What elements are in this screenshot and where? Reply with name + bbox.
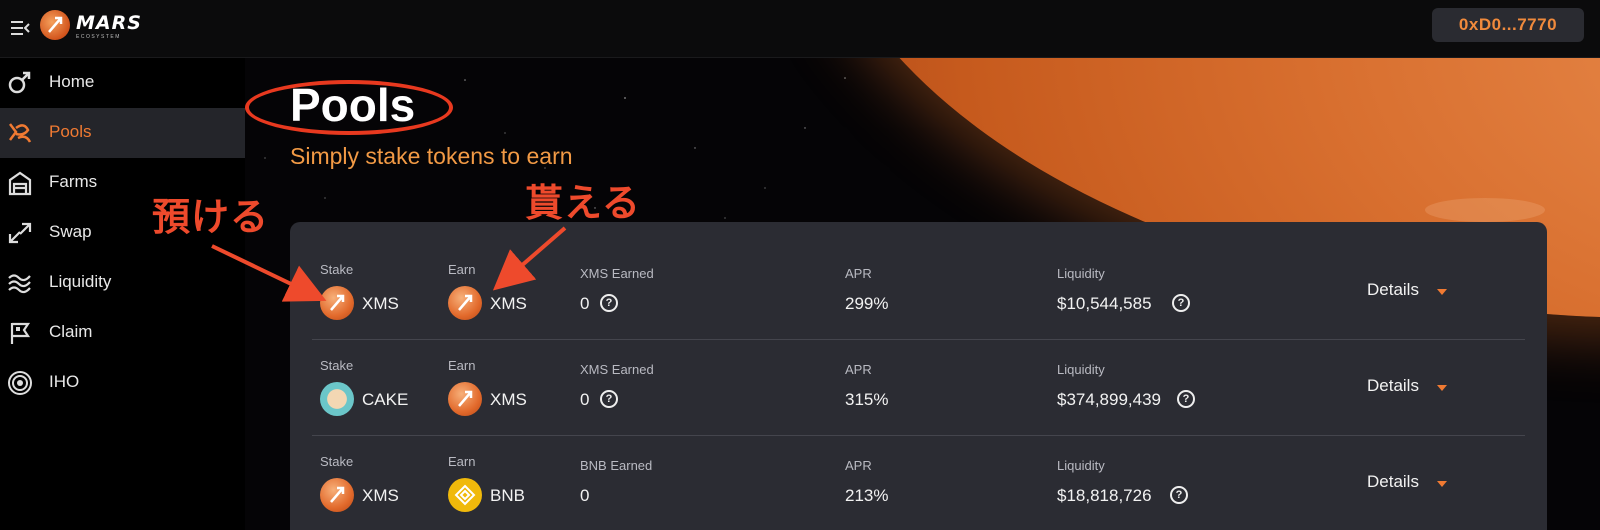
xms-token-icon — [448, 382, 482, 416]
pool-row[interactable]: Stake XMS Earn XMS XMS Earned 0 ? APR 29… — [312, 244, 1525, 340]
liquidity-label: Liquidity — [1057, 362, 1105, 377]
earned-label: XMS Earned — [580, 362, 654, 377]
help-icon[interactable]: ? — [600, 390, 618, 408]
liquidity-label: Liquidity — [1057, 458, 1105, 473]
earned-label: BNB Earned — [580, 458, 653, 473]
stake-token: CAKE — [362, 390, 409, 409]
sidebar-item-iho[interactable]: IHO — [0, 358, 245, 408]
apr-value: 213% — [845, 486, 889, 505]
liquidity-value: $374,899,439 — [1057, 390, 1161, 409]
page-title: Pools — [290, 79, 416, 131]
earn-label: Earn — [448, 454, 476, 469]
sidebar-item-home[interactable]: Home — [0, 58, 245, 108]
sidebar-item-claim[interactable]: Claim — [0, 308, 245, 358]
sidebar-item-liquidity[interactable]: Liquidity — [0, 258, 245, 308]
cake-token-icon — [320, 382, 354, 416]
stake-token: XMS — [362, 294, 399, 313]
pool-row[interactable]: Stake CAKE Earn XMS XMS Earned 0 ? APR 3… — [312, 340, 1525, 436]
sidebar-item-label: Farms — [49, 172, 98, 191]
apr-label: APR — [845, 362, 872, 377]
help-icon[interactable]: ? — [1172, 294, 1190, 312]
menu-icon[interactable] — [8, 16, 32, 40]
help-icon[interactable]: ? — [1170, 486, 1188, 504]
earned-value: 0 — [580, 390, 590, 409]
earn-label: Earn — [448, 358, 476, 373]
sidebar: Home Pools Farms Swap Liquidity Claim IH… — [0, 58, 245, 530]
help-icon[interactable]: ? — [1177, 390, 1195, 408]
annotation-deposit: 預ける — [152, 195, 270, 239]
earned-value: 0 — [580, 486, 590, 505]
apr-value: 315% — [845, 390, 889, 409]
page-subtitle: Simply stake tokens to earn — [290, 143, 573, 169]
sidebar-item-label: IHO — [49, 372, 80, 391]
logo-subtext: ECOSYSTEM — [76, 34, 121, 40]
liquidity-value: $10,544,585 — [1057, 294, 1152, 313]
chevron-down-icon[interactable] — [1437, 385, 1447, 391]
apr-label: APR — [845, 458, 872, 473]
broadcast-icon — [8, 371, 32, 395]
pools-icon — [9, 123, 32, 143]
liquidity-waves-icon — [8, 274, 31, 294]
stake-label: Stake — [320, 262, 354, 277]
chevron-down-icon[interactable] — [1437, 289, 1447, 295]
top-bar: MARS ECOSYSTEM 0xD0...7770 — [0, 0, 1600, 58]
stake-label: Stake — [320, 454, 354, 469]
sidebar-item-label: Pools — [49, 122, 92, 141]
barn-icon — [8, 171, 32, 196]
bnb-token-icon — [448, 478, 482, 512]
details-button[interactable]: Details — [1367, 376, 1419, 396]
stake-token: XMS — [362, 486, 399, 505]
apr-label: APR — [845, 266, 872, 281]
xms-token-icon — [448, 286, 482, 320]
details-button[interactable]: Details — [1367, 472, 1419, 492]
liquidity-value: $18,818,726 — [1057, 486, 1152, 505]
details-button[interactable]: Details — [1367, 280, 1419, 300]
help-icon[interactable]: ? — [600, 294, 618, 312]
sidebar-item-label: Swap — [49, 222, 92, 241]
apr-value: 299% — [845, 294, 889, 313]
stake-label: Stake — [320, 358, 354, 373]
earn-token: XMS — [490, 390, 527, 409]
liquidity-label: Liquidity — [1057, 266, 1105, 281]
pool-row[interactable]: Stake XMS Earn BNB BNB Earned 0 APR 213%… — [312, 436, 1525, 530]
earned-value: 0 — [580, 294, 590, 313]
chevron-down-icon[interactable] — [1437, 481, 1447, 487]
logo-text: MARS — [76, 12, 142, 34]
sidebar-item-label: Liquidity — [49, 272, 112, 291]
mars-logo-icon — [40, 10, 70, 40]
earned-label: XMS Earned — [580, 266, 654, 281]
annotation-receive: 貰える — [525, 181, 641, 225]
sidebar-item-label: Home — [49, 72, 95, 91]
sidebar-item-label: Claim — [49, 322, 93, 341]
mars-logo[interactable]: MARS ECOSYSTEM — [40, 10, 141, 44]
earn-token: XMS — [490, 294, 527, 313]
xms-token-icon — [320, 286, 354, 320]
mars-symbol-icon — [8, 71, 31, 94]
earn-token: BNB — [490, 486, 525, 505]
xms-token-icon — [320, 478, 354, 512]
swap-arrows-icon — [8, 222, 32, 244]
wallet-address-button[interactable]: 0xD0...7770 — [1432, 8, 1584, 42]
earn-label: Earn — [448, 262, 476, 277]
sidebar-item-pools[interactable]: Pools — [0, 108, 245, 158]
flag-icon — [10, 322, 31, 344]
pools-card: Stake XMS Earn XMS XMS Earned 0 ? APR 29… — [290, 222, 1547, 530]
